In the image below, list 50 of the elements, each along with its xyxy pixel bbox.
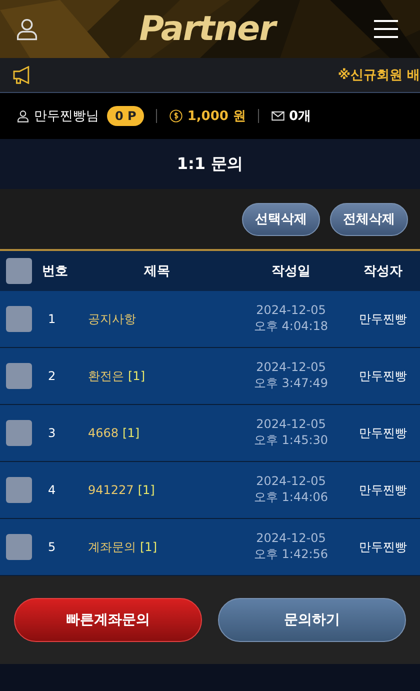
post-title[interactable]: 941227: [88, 483, 134, 497]
post-author: 만두찐빵: [358, 482, 408, 498]
row-number: 4: [47, 483, 57, 497]
reply-count: [1]: [122, 426, 140, 440]
checkbox[interactable]: [6, 534, 32, 560]
post-title[interactable]: 4668: [88, 426, 119, 440]
checkbox[interactable]: [6, 306, 32, 332]
post-date: 2024-12-05 오후 1:44:06: [252, 474, 330, 506]
coin-icon: [169, 109, 184, 123]
reply-count: [1]: [138, 483, 155, 497]
post-author: 만두찐빵: [358, 424, 408, 442]
column-header: 작성자: [362, 263, 404, 280]
post-date: 2024-12-05 오후 1:45:30: [252, 417, 330, 449]
checkbox[interactable]: [6, 477, 32, 503]
notice-text: ※신규회원 배: [338, 67, 420, 84]
post-author: 만두찐빵: [358, 538, 408, 556]
reply-count: [1]: [140, 540, 157, 554]
checkbox[interactable]: [6, 258, 32, 284]
column-header: 번호: [42, 263, 69, 280]
post-date: 2024-12-05 오후 1:42:56: [252, 531, 330, 563]
column-header: 작성일: [270, 263, 312, 280]
checkbox[interactable]: [6, 363, 32, 389]
user-icon: [16, 109, 30, 123]
page-title: 1:1 문의: [176, 154, 244, 174]
logo[interactable]: Partner: [139, 9, 275, 49]
post-date: 2024-12-05 오후 4:04:18: [252, 303, 330, 335]
checkbox[interactable]: [6, 420, 32, 446]
points-badge: 0 P: [107, 106, 144, 126]
user-icon[interactable]: [14, 16, 40, 42]
mail-icon[interactable]: [270, 109, 285, 123]
row-number: 1: [47, 312, 57, 326]
column-header: 제목: [143, 263, 171, 280]
delete-button[interactable]: 전체삭제: [330, 202, 408, 236]
menu-icon[interactable]: [374, 19, 398, 39]
inquiry-button[interactable]: 문의하기: [218, 598, 406, 642]
message-count: 0개: [288, 108, 312, 125]
balance: 1,000 원: [187, 108, 246, 125]
row-number: 5: [47, 540, 57, 554]
post-title[interactable]: 공지사항: [88, 312, 136, 326]
post-title[interactable]: 계좌문의: [88, 540, 136, 554]
delete-button[interactable]: 선택삭제: [242, 202, 320, 236]
post-title[interactable]: 환전은: [88, 368, 124, 382]
row-number: 2: [47, 369, 57, 383]
post-author: 만두찐빵: [358, 368, 408, 384]
post-date: 2024-12-05 오후 3:47:49: [252, 360, 330, 392]
username: 만두찐빵님: [34, 108, 99, 125]
row-number: 3: [47, 426, 57, 440]
quick-inquiry-button[interactable]: 빠른계좌문의: [14, 598, 202, 642]
reply-count: [1]: [128, 368, 145, 382]
post-author: 만두찐빵: [358, 310, 408, 328]
